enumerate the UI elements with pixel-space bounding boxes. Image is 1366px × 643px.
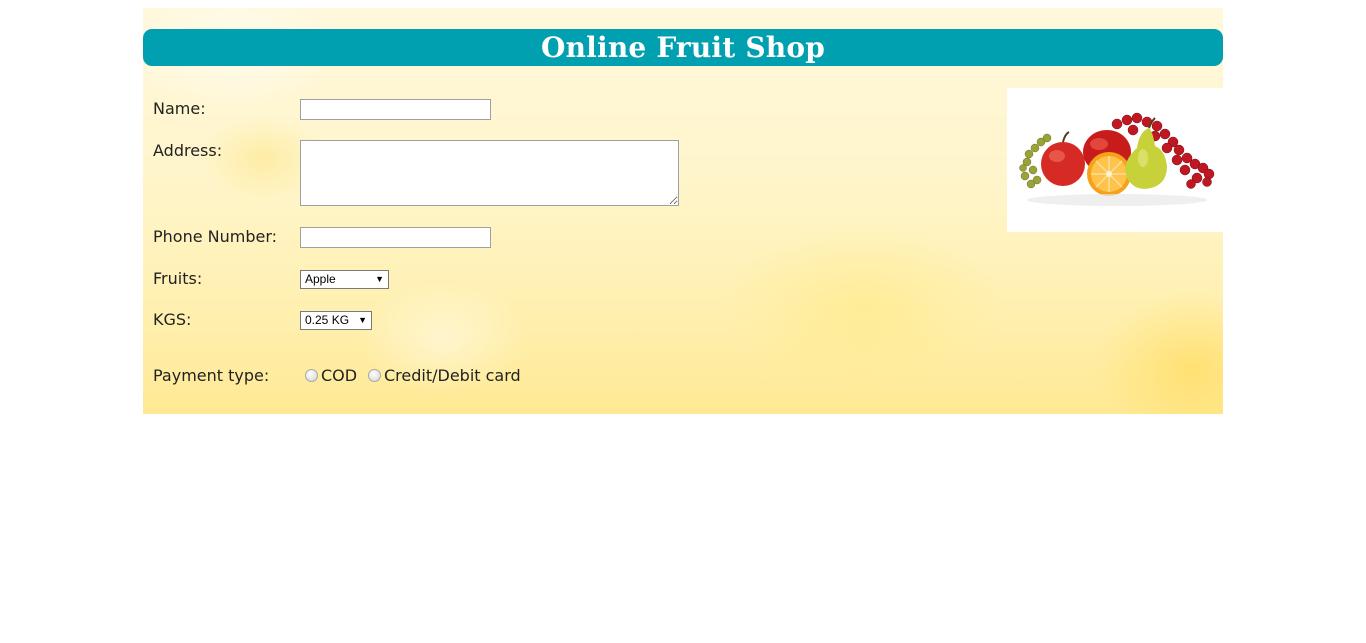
phone-number-label: Phone Number: (153, 227, 278, 246)
fruits-selected-value: Apple (305, 272, 336, 286)
name-input[interactable] (300, 99, 491, 120)
card-radio[interactable] (368, 369, 381, 382)
dropdown-arrow-icon: ▼ (375, 274, 384, 284)
kgs-selected-value: 0.25 KG (305, 313, 350, 327)
kgs-label: KGS: (153, 310, 192, 329)
address-label: Address: (153, 141, 223, 160)
fruit-assortment-image (1007, 88, 1223, 232)
page-title: Online Fruit Shop (143, 29, 1223, 66)
kgs-select[interactable]: 0.25 KG ▼ (300, 311, 372, 330)
card-radio-label[interactable]: Credit/Debit card (384, 366, 521, 385)
phone-number-input[interactable] (300, 227, 491, 248)
page-container: Online Fruit Shop Name: Address: Phone N… (143, 8, 1223, 414)
address-textarea[interactable] (300, 140, 679, 206)
payment-type-label: Payment type: (153, 366, 270, 385)
name-label: Name: (153, 99, 206, 118)
cod-radio[interactable] (305, 369, 318, 382)
fruits-select[interactable]: Apple ▼ (300, 270, 389, 289)
fruits-label: Fruits: (153, 269, 203, 288)
cod-radio-label[interactable]: COD (321, 366, 357, 385)
dropdown-arrow-icon: ▼ (358, 315, 367, 325)
